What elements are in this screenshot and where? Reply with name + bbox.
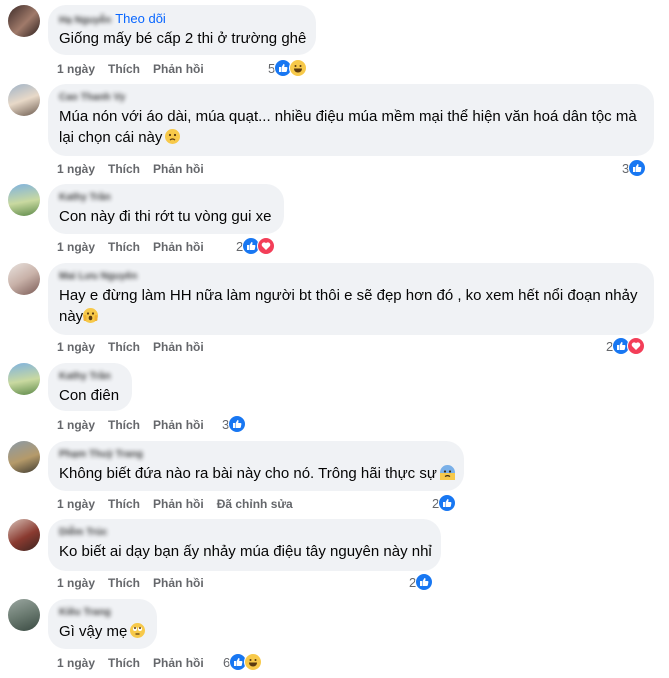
haha-reaction-icon <box>289 59 308 77</box>
comment-text-line: Gì vậy mẹ <box>59 621 146 642</box>
edited-label[interactable]: Đã chỉnh sửa <box>217 497 293 511</box>
eye-roll-face-icon <box>130 623 146 638</box>
comment-author[interactable]: Hạ Nguyễn <box>59 14 111 27</box>
comment-text: Con điên <box>59 387 120 404</box>
avatar[interactable] <box>8 599 40 631</box>
follow-link[interactable]: Theo dõi <box>115 12 166 26</box>
avatar[interactable] <box>8 84 40 116</box>
comment-text-line: lại chọn cái này <box>59 127 642 148</box>
comment-bubble: Phạm Thuỳ Trang Không biết đứa nào ra bà… <box>48 441 464 491</box>
comment-author[interactable]: Kathy Trần <box>59 191 272 204</box>
comment-time[interactable]: 1 ngày <box>57 340 95 354</box>
comment-text: Giống mấy bé cấp 2 thi ở trường ghê <box>59 30 307 47</box>
comment-actions: 1 ngày Thích Phản hồi Đã chỉnh sửa <box>57 497 306 511</box>
comment-author[interactable]: Cao Thanh Vy <box>59 91 642 104</box>
comment-text: Múa nón với áo dài, múa quạt... nhiều đi… <box>59 108 637 125</box>
avatar[interactable] <box>8 5 40 37</box>
reply-button[interactable]: Phản hồi <box>153 497 204 511</box>
comment-actions: 1 ngày Thích Phản hồi <box>57 656 217 670</box>
reply-button[interactable]: Phản hồi <box>153 576 204 590</box>
comment-text-line: này <box>59 306 642 327</box>
comment-time[interactable]: 1 ngày <box>57 62 95 76</box>
comment-text: Gì vậy mẹ <box>59 623 128 640</box>
comment-text: Con này đi thi rớt tu vòng gui xe <box>59 208 272 225</box>
like-reaction-icon <box>628 159 647 177</box>
reaction-summary[interactable]: 6 <box>223 652 263 672</box>
shocked-face-icon <box>83 308 99 323</box>
comment-author[interactable]: Kiều Trang <box>59 606 145 619</box>
comment-feed: Hạ Nguyễn Theo dõi Giống mấy bé cấp 2 thi… <box>0 0 669 678</box>
comment-time[interactable]: 1 ngày <box>57 418 95 432</box>
like-button[interactable]: Thích <box>108 62 140 76</box>
comment-bubble: Cao Thanh Vy Múa nón với áo dài, múa quạ… <box>48 84 654 156</box>
anxious-face-icon <box>439 465 455 480</box>
comment-bubble: Diễm Trúc Ko biết ai dạy bạn ấy nhảy múa… <box>48 519 441 571</box>
comment-bubble: Kathy Trần Con này đi thi rớt tu vòng gu… <box>48 184 284 234</box>
comment-text: Không biết đứa nào ra bài này cho nó. Tr… <box>59 465 437 482</box>
comment-time[interactable]: 1 ngày <box>57 656 95 670</box>
avatar[interactable] <box>8 184 40 216</box>
reaction-summary[interactable]: 5 <box>268 58 308 78</box>
like-button[interactable]: Thích <box>108 162 140 176</box>
like-button[interactable]: Thích <box>108 656 140 670</box>
like-button[interactable]: Thích <box>108 418 140 432</box>
avatar[interactable] <box>8 263 40 295</box>
comment-author[interactable]: Kathy Trần <box>59 370 120 383</box>
like-reaction-icon <box>438 494 457 512</box>
comment-actions: 1 ngày Thích Phản hồi <box>57 418 217 432</box>
reply-button[interactable]: Phản hồi <box>153 656 204 670</box>
avatar[interactable] <box>8 519 40 551</box>
comment-bubble: Hạ Nguyễn Theo dõi Giống mấy bé cấp 2 thi… <box>48 5 316 55</box>
avatar[interactable] <box>8 441 40 473</box>
reply-button[interactable]: Phản hồi <box>153 340 204 354</box>
comment-author[interactable]: Mai Lưu Nguyên <box>59 270 642 283</box>
comment-actions: 1 ngày Thích Phản hồi <box>57 162 217 176</box>
reaction-summary[interactable]: 3 <box>222 414 247 434</box>
comment-bubble: Mai Lưu Nguyên Hay e đừng làm HH nữa làm… <box>48 263 654 335</box>
confused-face-icon <box>165 129 181 144</box>
like-button[interactable]: Thích <box>108 576 140 590</box>
reply-button[interactable]: Phản hồi <box>153 418 204 432</box>
comment-time[interactable]: 1 ngày <box>57 240 95 254</box>
comment-bubble: Kathy Trần Con điên <box>48 363 132 411</box>
comment-bubble: Kiều Trang Gì vậy mẹ <box>48 599 157 649</box>
comment-actions: 1 ngày Thích Phản hồi <box>57 576 217 590</box>
comment-time[interactable]: 1 ngày <box>57 497 95 511</box>
avatar[interactable] <box>8 363 40 395</box>
comment-actions: 1 ngày Thích Phản hồi <box>57 240 217 254</box>
comment-author[interactable]: Diễm Trúc <box>59 526 429 539</box>
like-reaction-icon <box>415 573 434 591</box>
comment-time[interactable]: 1 ngày <box>57 162 95 176</box>
reply-button[interactable]: Phản hồi <box>153 162 204 176</box>
love-reaction-icon <box>627 337 646 355</box>
reaction-summary[interactable]: 2 <box>606 336 646 356</box>
comment-actions: 1 ngày Thích Phản hồi <box>57 340 217 354</box>
reaction-summary[interactable]: 2 <box>432 493 457 513</box>
reaction-summary[interactable]: 3 <box>622 158 647 178</box>
reaction-summary[interactable]: 2 <box>236 236 276 256</box>
like-button[interactable]: Thích <box>108 240 140 254</box>
haha-reaction-icon <box>244 653 263 671</box>
like-button[interactable]: Thích <box>108 340 140 354</box>
comment-time[interactable]: 1 ngày <box>57 576 95 590</box>
reply-button[interactable]: Phản hồi <box>153 62 204 76</box>
comment-text-line: Không biết đứa nào ra bài này cho nó. Tr… <box>59 463 455 484</box>
reply-button[interactable]: Phản hồi <box>153 240 204 254</box>
comment-text: Ko biết ai dạy bạn ấy nhảy múa điệu tây … <box>59 543 432 560</box>
comment-author[interactable]: Phạm Thuỳ Trang <box>59 448 452 461</box>
comment-text: Hay e đừng làm HH nữa làm người bt thôi … <box>59 287 638 304</box>
love-reaction-icon <box>257 237 276 255</box>
reaction-summary[interactable]: 2 <box>409 572 434 592</box>
like-button[interactable]: Thích <box>108 497 140 511</box>
comment-actions: 1 ngày Thích Phản hồi <box>57 62 217 76</box>
like-reaction-icon <box>228 415 247 433</box>
